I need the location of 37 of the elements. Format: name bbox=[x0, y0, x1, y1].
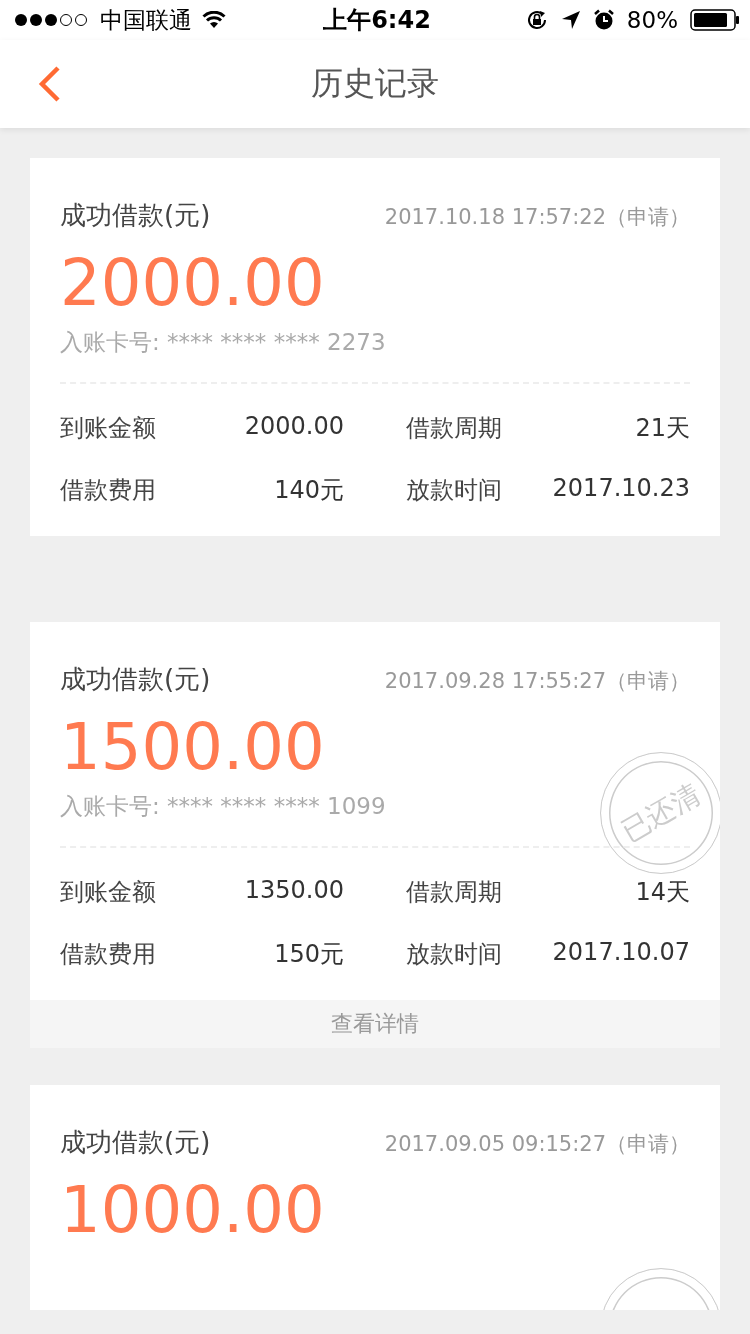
back-icon[interactable] bbox=[36, 65, 62, 103]
apply-time: 2017.09.28 17:55:27（申请） bbox=[384, 668, 690, 695]
loan-amount: 1000.00 bbox=[60, 1172, 326, 1249]
location-arrow-icon bbox=[560, 10, 581, 30]
detail-label: 借款费用 bbox=[60, 475, 156, 506]
card-title: 成功借款(元) bbox=[60, 199, 211, 232]
detail-value: 2017.10.23 bbox=[552, 474, 690, 504]
page-title: 历史记录 bbox=[311, 63, 439, 104]
carrier-name: 中国联通 bbox=[100, 5, 192, 35]
alarm-icon bbox=[592, 9, 615, 31]
detail-value: 140元 bbox=[274, 475, 344, 506]
card-number: 入账卡号: **** **** **** 2273 bbox=[60, 327, 690, 384]
card-title: 成功借款(元) bbox=[60, 663, 211, 696]
detail-label: 放款时间 bbox=[406, 939, 502, 970]
detail-value: 2000.00 bbox=[244, 412, 344, 442]
detail-value: 14天 bbox=[635, 877, 690, 908]
view-details-button[interactable]: 查看详情 bbox=[30, 1000, 720, 1048]
detail-label: 借款周期 bbox=[406, 877, 502, 908]
loan-amount: 1500.00 bbox=[60, 709, 326, 786]
status-time: 上午6:42 bbox=[323, 5, 431, 36]
detail-value: 150元 bbox=[274, 939, 344, 970]
battery-icon bbox=[690, 9, 740, 31]
loan-amount: 2000.00 bbox=[60, 245, 326, 322]
detail-label: 到账金额 bbox=[60, 877, 156, 908]
battery-percent: 80% bbox=[626, 7, 678, 33]
detail-label: 放款时间 bbox=[406, 475, 502, 506]
detail-label: 借款费用 bbox=[60, 939, 156, 970]
signal-icon bbox=[14, 13, 90, 27]
apply-time: 2017.10.18 17:57:22（申请） bbox=[384, 204, 690, 231]
detail-value: 2017.10.07 bbox=[552, 938, 690, 968]
detail-label: 到账金额 bbox=[60, 413, 156, 444]
detail-value: 1350.00 bbox=[244, 876, 344, 906]
apply-time: 2017.09.05 09:15:27（申请） bbox=[384, 1131, 690, 1158]
detail-value: 21天 bbox=[635, 413, 690, 444]
wifi-icon bbox=[202, 11, 226, 29]
card-title: 成功借款(元) bbox=[60, 1126, 211, 1159]
detail-label: 借款周期 bbox=[406, 413, 502, 444]
